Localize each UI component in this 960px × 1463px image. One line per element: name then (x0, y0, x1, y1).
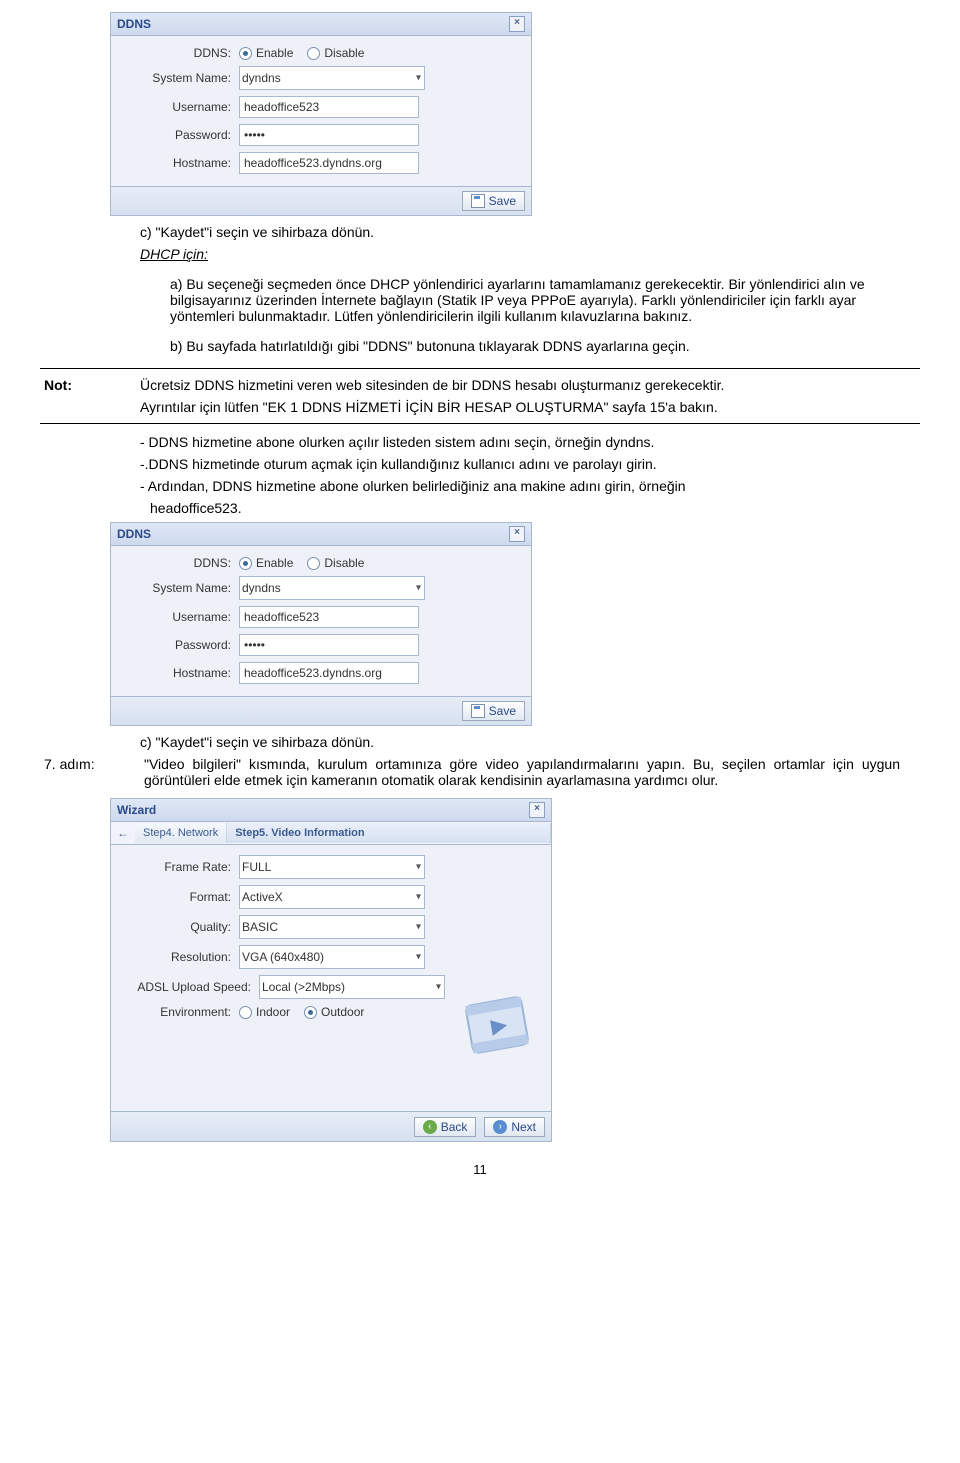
next-button[interactable]: ›Next (484, 1117, 545, 1137)
radio-dot-icon (239, 1006, 252, 1019)
label-system-name: System Name: (121, 581, 239, 595)
label-adsl: ADSL Upload Speed: (121, 980, 259, 994)
note-block: Not: Ücretsiz DDNS hizmetini veren web s… (40, 368, 920, 424)
resolution-select[interactable]: VGA (640x480)▾ (239, 945, 425, 969)
frame-rate-select[interactable]: FULL▾ (239, 855, 425, 879)
radio-dot-icon (304, 1006, 317, 1019)
panel-title: DDNS (117, 17, 151, 31)
quality-select[interactable]: BASIC▾ (239, 915, 425, 939)
breadcrumb-step4[interactable]: Step4. Network (135, 823, 227, 843)
wizard-title: Wizard (117, 803, 156, 817)
label-quality: Quality: (121, 920, 239, 934)
radio-indoor[interactable]: Indoor (239, 1005, 290, 1019)
label-environment: Environment: (121, 1005, 239, 1019)
back-icon: ‹ (423, 1120, 437, 1134)
system-name-select[interactable]: dyndns▾ (239, 576, 425, 600)
step-7-content: "Video bilgileri" kısmında, kurulum orta… (144, 756, 920, 788)
chevron-down-icon: ▾ (416, 922, 421, 933)
label-ddns: DDNS: (121, 556, 239, 570)
dash-lines: - DDNS hizmetine abone olurken açılır li… (140, 434, 900, 516)
radio-disable[interactable]: Disable (307, 46, 364, 60)
wizard-panel: Wizard × ← Step4. Network Step5. Video I… (110, 798, 552, 1142)
radio-dot-icon (307, 47, 320, 60)
save-button[interactable]: Save (462, 191, 525, 211)
radio-dot-icon (307, 557, 320, 570)
close-icon[interactable]: × (509, 16, 525, 32)
system-name-select[interactable]: dyndns▾ (239, 66, 425, 90)
next-icon: › (493, 1120, 507, 1134)
hostname-input[interactable] (239, 152, 419, 174)
username-input[interactable] (239, 606, 419, 628)
label-password: Password: (121, 638, 239, 652)
panel-header: DDNS × (111, 523, 531, 546)
chevron-down-icon: ▾ (416, 73, 421, 84)
chevron-down-icon: ▾ (416, 952, 421, 963)
label-system-name: System Name: (121, 71, 239, 85)
panel-header: DDNS × (111, 13, 531, 36)
dhcp-heading: DHCP için: (140, 246, 208, 262)
save-button[interactable]: Save (462, 701, 525, 721)
breadcrumb-step5[interactable]: Step5. Video Information (227, 823, 551, 843)
radio-dot-icon (239, 557, 252, 570)
close-icon[interactable]: × (529, 802, 545, 818)
chevron-down-icon: ▾ (416, 862, 421, 873)
save-icon (471, 194, 485, 208)
back-button[interactable]: ‹Back (414, 1117, 477, 1137)
label-password: Password: (121, 128, 239, 142)
back-arrow-icon[interactable]: ← (111, 822, 135, 844)
radio-enable[interactable]: Enable (239, 46, 293, 60)
label-ddns: DDNS: (121, 46, 239, 60)
close-icon[interactable]: × (509, 526, 525, 542)
page-number: 11 (40, 1162, 920, 1177)
label-frame-rate: Frame Rate: (121, 860, 239, 874)
breadcrumb: ← Step4. Network Step5. Video Informatio… (111, 822, 551, 845)
label-resolution: Resolution: (121, 950, 239, 964)
paragraph-a1: a) Bu seçeneği seçmeden önce DHCP yönlen… (170, 276, 900, 354)
radio-outdoor[interactable]: Outdoor (304, 1005, 364, 1019)
note-line1: Ücretsiz DDNS hizmetini veren web sitesi… (140, 377, 900, 393)
label-username: Username: (121, 100, 239, 114)
password-input[interactable] (239, 124, 419, 146)
hostname-input[interactable] (239, 662, 419, 684)
chevron-down-icon: ▾ (436, 982, 441, 993)
ddns-panel-2: DDNS × DDNS: Enable Disable System Name:… (110, 522, 532, 726)
label-hostname: Hostname: (121, 156, 239, 170)
label-format: Format: (121, 890, 239, 904)
paragraph-c1: c) "Kaydet"i seçin ve sihirbaza dönün. D… (140, 224, 900, 262)
radio-dot-icon (239, 47, 252, 60)
panel-title: DDNS (117, 527, 151, 541)
ddns-panel-1: DDNS × DDNS: Enable Disable System Name:… (110, 12, 532, 216)
save-icon (471, 704, 485, 718)
step-7-row: 7. adım: "Video bilgileri" kısmında, kur… (40, 756, 920, 788)
step-7-label: 7. adım: (40, 756, 144, 772)
chevron-down-icon: ▾ (416, 892, 421, 903)
chevron-down-icon: ▾ (416, 583, 421, 594)
format-select[interactable]: ActiveX▾ (239, 885, 425, 909)
wizard-header: Wizard × (111, 799, 551, 822)
radio-disable[interactable]: Disable (307, 556, 364, 570)
adsl-select[interactable]: Local (>2Mbps)▾ (259, 975, 445, 999)
note-label: Not: (40, 377, 140, 393)
note-line2: Ayrıntılar için lütfen "EK 1 DDNS HİZMET… (140, 399, 900, 415)
video-clip-icon (461, 985, 541, 1065)
label-username: Username: (121, 610, 239, 624)
radio-enable[interactable]: Enable (239, 556, 293, 570)
username-input[interactable] (239, 96, 419, 118)
paragraph-c2: c) "Kaydet"i seçin ve sihirbaza dönün. (140, 734, 900, 750)
label-hostname: Hostname: (121, 666, 239, 680)
password-input[interactable] (239, 634, 419, 656)
